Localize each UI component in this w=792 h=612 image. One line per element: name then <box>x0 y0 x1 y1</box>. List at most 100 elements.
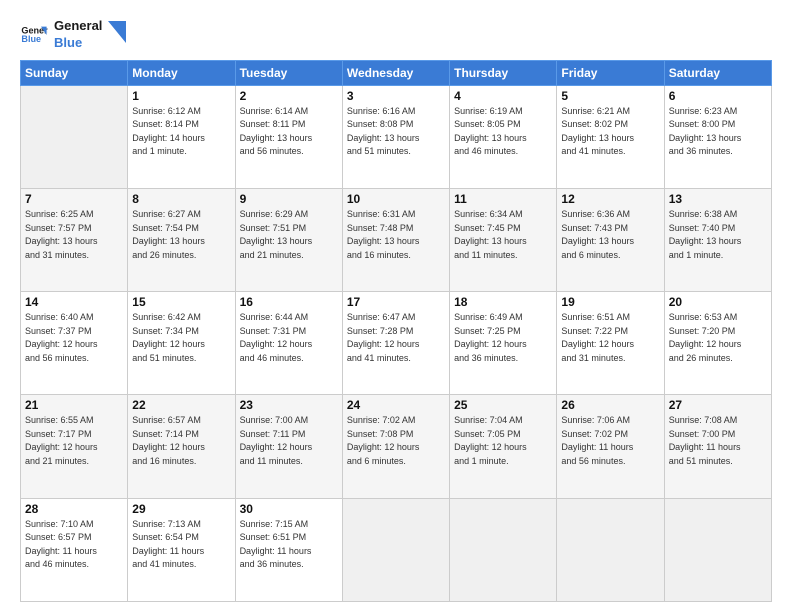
day-number: 12 <box>561 192 659 206</box>
day-info: Sunrise: 6:49 AM Sunset: 7:25 PM Dayligh… <box>454 311 552 365</box>
calendar-cell: 14 Sunrise: 6:40 AM Sunset: 7:37 PM Dayli… <box>21 292 128 395</box>
day-info: Sunrise: 6:34 AM Sunset: 7:45 PM Dayligh… <box>454 208 552 262</box>
calendar-cell: 28 Sunrise: 7:10 AM Sunset: 6:57 PM Dayli… <box>21 498 128 601</box>
calendar-cell: 27 Sunrise: 7:08 AM Sunset: 7:00 PM Dayli… <box>664 395 771 498</box>
calendar-cell: 18 Sunrise: 6:49 AM Sunset: 7:25 PM Dayli… <box>450 292 557 395</box>
calendar-cell: 24 Sunrise: 7:02 AM Sunset: 7:08 PM Dayli… <box>342 395 449 498</box>
calendar-cell: 11 Sunrise: 6:34 AM Sunset: 7:45 PM Dayli… <box>450 189 557 292</box>
page: General Blue General Blue SundayMondayTu… <box>0 0 792 612</box>
day-number: 4 <box>454 89 552 103</box>
day-number: 24 <box>347 398 445 412</box>
day-number: 19 <box>561 295 659 309</box>
day-number: 30 <box>240 502 338 516</box>
weekday-header-sunday: Sunday <box>21 60 128 85</box>
day-number: 5 <box>561 89 659 103</box>
calendar-cell <box>342 498 449 601</box>
day-number: 6 <box>669 89 767 103</box>
calendar-cell: 4 Sunrise: 6:19 AM Sunset: 8:05 PM Daylig… <box>450 85 557 188</box>
calendar-cell <box>21 85 128 188</box>
logo: General Blue General Blue <box>20 18 126 52</box>
day-info: Sunrise: 6:31 AM Sunset: 7:48 PM Dayligh… <box>347 208 445 262</box>
weekday-header-row: SundayMondayTuesdayWednesdayThursdayFrid… <box>21 60 772 85</box>
day-info: Sunrise: 6:19 AM Sunset: 8:05 PM Dayligh… <box>454 105 552 159</box>
calendar-cell: 12 Sunrise: 6:36 AM Sunset: 7:43 PM Dayli… <box>557 189 664 292</box>
day-info: Sunrise: 6:29 AM Sunset: 7:51 PM Dayligh… <box>240 208 338 262</box>
calendar-week-row: 21 Sunrise: 6:55 AM Sunset: 7:17 PM Dayli… <box>21 395 772 498</box>
calendar-cell: 16 Sunrise: 6:44 AM Sunset: 7:31 PM Dayli… <box>235 292 342 395</box>
weekday-header-tuesday: Tuesday <box>235 60 342 85</box>
day-number: 8 <box>132 192 230 206</box>
day-number: 21 <box>25 398 123 412</box>
day-number: 29 <box>132 502 230 516</box>
day-info: Sunrise: 7:00 AM Sunset: 7:11 PM Dayligh… <box>240 414 338 468</box>
logo-blue: Blue <box>54 35 102 52</box>
day-info: Sunrise: 6:14 AM Sunset: 8:11 PM Dayligh… <box>240 105 338 159</box>
header: General Blue General Blue <box>20 18 772 52</box>
weekday-header-monday: Monday <box>128 60 235 85</box>
calendar-cell <box>664 498 771 601</box>
weekday-header-thursday: Thursday <box>450 60 557 85</box>
day-info: Sunrise: 7:06 AM Sunset: 7:02 PM Dayligh… <box>561 414 659 468</box>
calendar-cell: 21 Sunrise: 6:55 AM Sunset: 7:17 PM Dayli… <box>21 395 128 498</box>
day-info: Sunrise: 6:25 AM Sunset: 7:57 PM Dayligh… <box>25 208 123 262</box>
calendar-cell <box>450 498 557 601</box>
day-number: 1 <box>132 89 230 103</box>
day-number: 16 <box>240 295 338 309</box>
day-number: 10 <box>347 192 445 206</box>
calendar-week-row: 14 Sunrise: 6:40 AM Sunset: 7:37 PM Dayli… <box>21 292 772 395</box>
day-number: 9 <box>240 192 338 206</box>
calendar-cell: 23 Sunrise: 7:00 AM Sunset: 7:11 PM Dayli… <box>235 395 342 498</box>
day-info: Sunrise: 7:02 AM Sunset: 7:08 PM Dayligh… <box>347 414 445 468</box>
calendar-cell: 1 Sunrise: 6:12 AM Sunset: 8:14 PM Daylig… <box>128 85 235 188</box>
day-number: 27 <box>669 398 767 412</box>
day-number: 23 <box>240 398 338 412</box>
day-info: Sunrise: 6:55 AM Sunset: 7:17 PM Dayligh… <box>25 414 123 468</box>
day-info: Sunrise: 7:08 AM Sunset: 7:00 PM Dayligh… <box>669 414 767 468</box>
day-info: Sunrise: 6:38 AM Sunset: 7:40 PM Dayligh… <box>669 208 767 262</box>
calendar-cell: 19 Sunrise: 6:51 AM Sunset: 7:22 PM Dayli… <box>557 292 664 395</box>
day-number: 20 <box>669 295 767 309</box>
day-info: Sunrise: 6:12 AM Sunset: 8:14 PM Dayligh… <box>132 105 230 159</box>
calendar-cell: 2Sunrise: 6:14 AM Sunset: 8:11 PM Daylig… <box>235 85 342 188</box>
calendar-week-row: 7Sunrise: 6:25 AM Sunset: 7:57 PM Daylig… <box>21 189 772 292</box>
calendar-week-row: 1 Sunrise: 6:12 AM Sunset: 8:14 PM Daylig… <box>21 85 772 188</box>
svg-text:Blue: Blue <box>21 34 41 44</box>
calendar-cell: 3 Sunrise: 6:16 AM Sunset: 8:08 PM Daylig… <box>342 85 449 188</box>
calendar-cell: 5 Sunrise: 6:21 AM Sunset: 8:02 PM Daylig… <box>557 85 664 188</box>
day-info: Sunrise: 6:21 AM Sunset: 8:02 PM Dayligh… <box>561 105 659 159</box>
day-number: 22 <box>132 398 230 412</box>
day-info: Sunrise: 7:13 AM Sunset: 6:54 PM Dayligh… <box>132 518 230 572</box>
day-info: Sunrise: 6:53 AM Sunset: 7:20 PM Dayligh… <box>669 311 767 365</box>
day-info: Sunrise: 6:47 AM Sunset: 7:28 PM Dayligh… <box>347 311 445 365</box>
day-info: Sunrise: 6:40 AM Sunset: 7:37 PM Dayligh… <box>25 311 123 365</box>
calendar-cell: 15Sunrise: 6:42 AM Sunset: 7:34 PM Dayli… <box>128 292 235 395</box>
day-number: 25 <box>454 398 552 412</box>
calendar-week-row: 28 Sunrise: 7:10 AM Sunset: 6:57 PM Dayli… <box>21 498 772 601</box>
day-number: 11 <box>454 192 552 206</box>
calendar-cell: 22Sunrise: 6:57 AM Sunset: 7:14 PM Dayli… <box>128 395 235 498</box>
weekday-header-friday: Friday <box>557 60 664 85</box>
day-info: Sunrise: 6:27 AM Sunset: 7:54 PM Dayligh… <box>132 208 230 262</box>
calendar-cell: 6 Sunrise: 6:23 AM Sunset: 8:00 PM Daylig… <box>664 85 771 188</box>
calendar-cell <box>557 498 664 601</box>
calendar-cell: 9 Sunrise: 6:29 AM Sunset: 7:51 PM Daylig… <box>235 189 342 292</box>
day-number: 3 <box>347 89 445 103</box>
day-info: Sunrise: 6:23 AM Sunset: 8:00 PM Dayligh… <box>669 105 767 159</box>
calendar-cell: 30Sunrise: 7:15 AM Sunset: 6:51 PM Dayli… <box>235 498 342 601</box>
weekday-header-wednesday: Wednesday <box>342 60 449 85</box>
day-number: 14 <box>25 295 123 309</box>
calendar-cell: 17 Sunrise: 6:47 AM Sunset: 7:28 PM Dayli… <box>342 292 449 395</box>
day-info: Sunrise: 6:44 AM Sunset: 7:31 PM Dayligh… <box>240 311 338 365</box>
calendar-cell: 26Sunrise: 7:06 AM Sunset: 7:02 PM Dayli… <box>557 395 664 498</box>
weekday-header-saturday: Saturday <box>664 60 771 85</box>
day-number: 18 <box>454 295 552 309</box>
day-info: Sunrise: 6:51 AM Sunset: 7:22 PM Dayligh… <box>561 311 659 365</box>
calendar-cell: 8 Sunrise: 6:27 AM Sunset: 7:54 PM Daylig… <box>128 189 235 292</box>
day-info: Sunrise: 6:36 AM Sunset: 7:43 PM Dayligh… <box>561 208 659 262</box>
calendar-cell: 7Sunrise: 6:25 AM Sunset: 7:57 PM Daylig… <box>21 189 128 292</box>
day-number: 28 <box>25 502 123 516</box>
day-number: 17 <box>347 295 445 309</box>
day-info: Sunrise: 6:16 AM Sunset: 8:08 PM Dayligh… <box>347 105 445 159</box>
day-info: Sunrise: 7:10 AM Sunset: 6:57 PM Dayligh… <box>25 518 123 572</box>
calendar-table: SundayMondayTuesdayWednesdayThursdayFrid… <box>20 60 772 602</box>
